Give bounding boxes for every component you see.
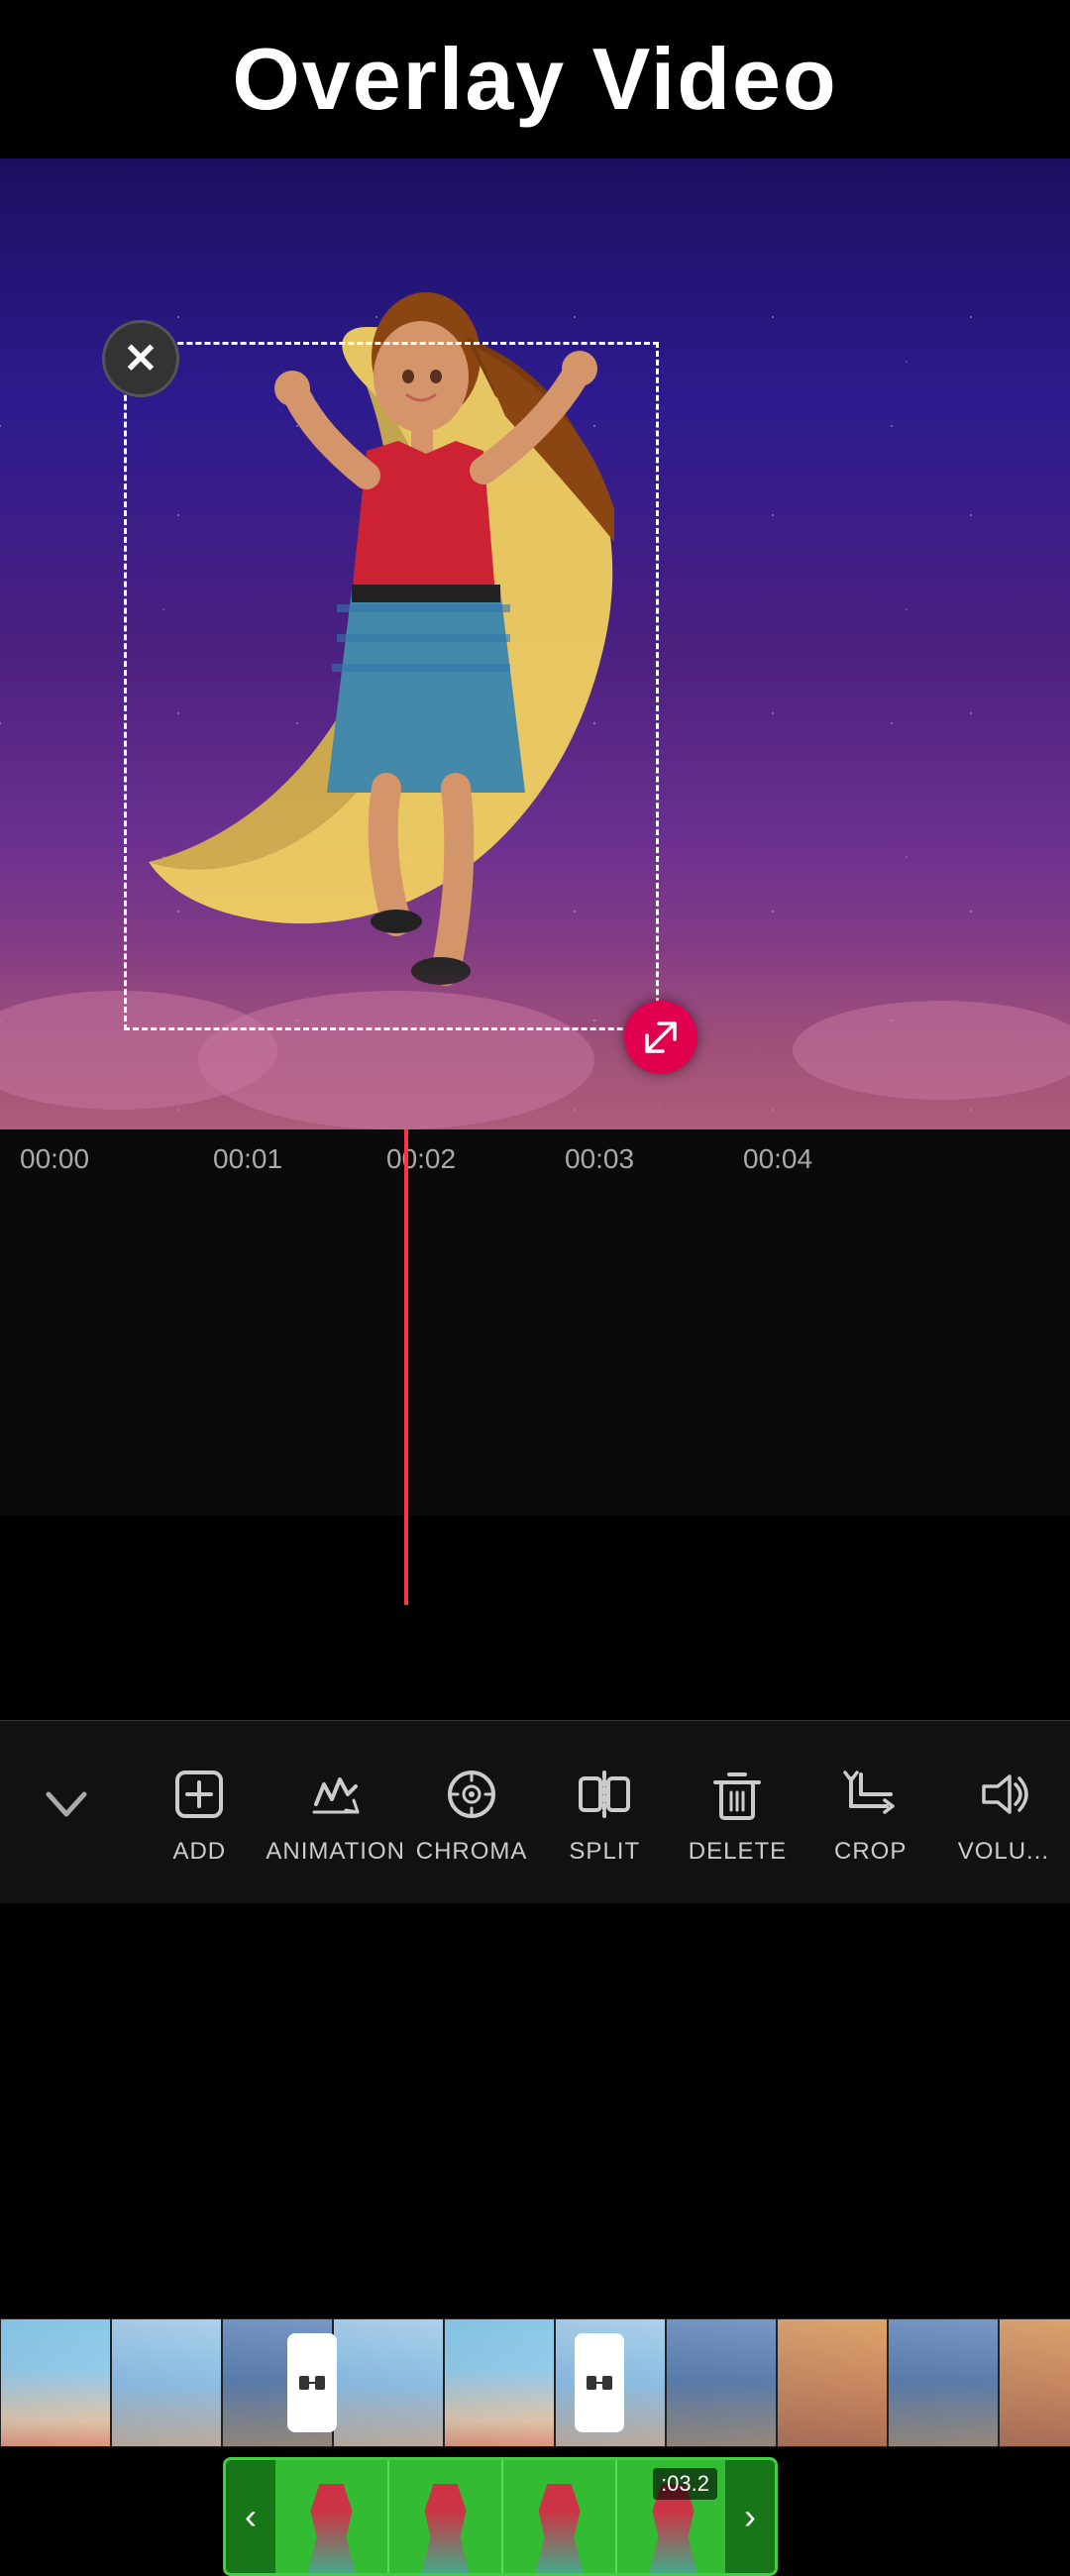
crop-button[interactable]: CROP [804, 1759, 937, 1866]
split-icon [569, 1759, 640, 1830]
time-3: 00:03 [565, 1143, 634, 1175]
delete-button[interactable]: DELETE [671, 1759, 803, 1866]
cloud-3 [793, 1001, 1070, 1100]
girl-thumb-3 [530, 2484, 589, 2573]
overlay-next-button[interactable]: › [725, 2460, 775, 2573]
delete-icon [701, 1759, 773, 1830]
crop-label: CROP [834, 1838, 907, 1866]
page-title: Overlay Video [232, 29, 837, 130]
add-label: ADD [172, 1838, 226, 1866]
crop-icon [835, 1759, 907, 1830]
add-icon [163, 1759, 235, 1830]
thumb-2 [111, 2318, 222, 2447]
close-overlay-button[interactable]: ✕ [102, 320, 179, 397]
delete-label: DELETE [689, 1838, 787, 1866]
cloud-2 [198, 991, 594, 1129]
girl-thumb-1 [302, 2484, 362, 2573]
overlay-duration: :03.2 [653, 2468, 717, 2500]
left-arrow-icon: ‹ [245, 2496, 257, 2537]
thumb-8 [777, 2318, 888, 2447]
thumb-7 [666, 2318, 777, 2447]
time-1: 00:01 [213, 1143, 282, 1175]
thumb-4 [333, 2318, 444, 2447]
split-label: SPLIT [569, 1838, 640, 1866]
overlay-thumbnails: :03.2 [275, 2460, 725, 2573]
time-4: 00:04 [743, 1143, 812, 1175]
thumb-1 [0, 2318, 111, 2447]
bottom-toolbar: ADD ANIMATION CHROMA [0, 1720, 1070, 1903]
overlay-thumb-2 [389, 2460, 503, 2573]
collapse-button[interactable] [0, 1769, 133, 1856]
thumb-9 [888, 2318, 999, 2447]
animation-button[interactable]: ANIMATION [266, 1759, 405, 1866]
transition-1[interactable] [287, 2333, 337, 2432]
time-markers: 00:00 00:01 00:02 00:03 00:04 [0, 1129, 1070, 1189]
playhead[interactable] [404, 1129, 408, 1605]
girl-thumb-2 [416, 2484, 476, 2573]
thumbnail-strip [0, 2318, 1070, 2447]
split-button[interactable]: SPLIT [538, 1759, 671, 1866]
overlay-thumb-1 [275, 2460, 389, 2573]
overlay-prev-button[interactable]: ‹ [226, 2460, 275, 2573]
thumb-5 [444, 2318, 555, 2447]
animation-label: ANIMATION [266, 1838, 405, 1866]
chroma-label: CHROMA [416, 1838, 528, 1866]
time-0: 00:00 [20, 1143, 89, 1175]
overlay-thumb-3 [503, 2460, 617, 2573]
animation-icon [300, 1759, 372, 1830]
volume-label: VOLU... [958, 1838, 1049, 1866]
close-icon: ✕ [123, 338, 158, 379]
resize-icon [639, 1016, 683, 1059]
right-arrow-icon: › [744, 2496, 756, 2537]
chevron-down-icon [31, 1769, 102, 1840]
volume-button[interactable]: VOLU... [937, 1759, 1070, 1866]
transition-2[interactable] [575, 2333, 624, 2432]
time-2: 00:02 [386, 1143, 456, 1175]
chroma-icon [436, 1759, 507, 1830]
volume-icon [968, 1759, 1039, 1830]
main-video-track[interactable] [0, 2318, 1070, 2447]
video-preview: ✕ [0, 159, 1070, 1129]
resize-handle[interactable] [624, 1001, 697, 1074]
timeline: 00:00 00:01 00:02 00:03 00:04 [0, 1129, 1070, 1516]
thumb-10 [999, 2318, 1070, 2447]
overlay-video-track[interactable]: ‹ :03.2 › [223, 2457, 778, 2576]
girl-figure [238, 277, 614, 991]
add-button[interactable]: ADD [133, 1759, 266, 1866]
chroma-button[interactable]: CHROMA [405, 1759, 538, 1866]
app-header: Overlay Video [0, 0, 1070, 159]
